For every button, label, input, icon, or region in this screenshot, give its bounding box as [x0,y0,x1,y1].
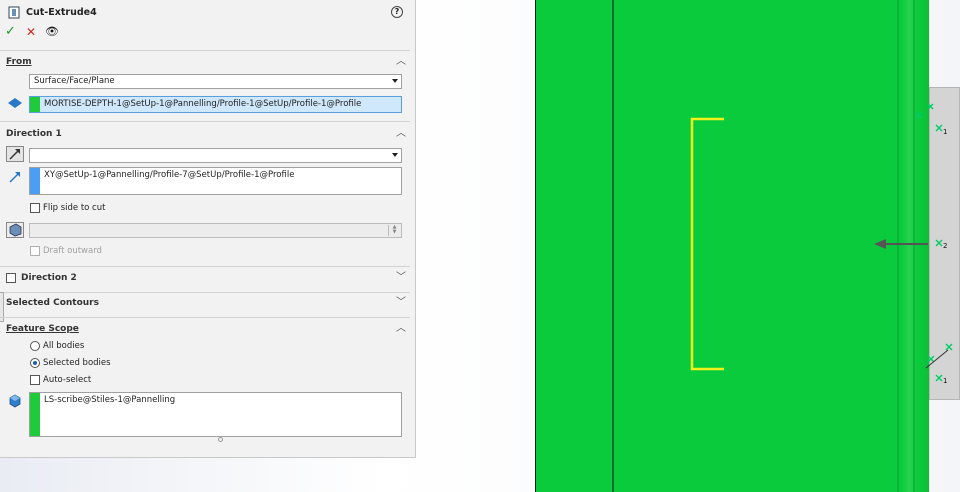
point-label: 2 [943,242,947,250]
feature-title: Cut-Extrude4 [26,7,97,18]
direction2-section-header[interactable]: Direction 2 [21,273,77,283]
direction-entity-field[interactable]: XY@SetUp-1@Pannelling/Profile-7@SetUp/Pr… [29,167,402,195]
property-manager-panel: Cut-Extrude4 ? ✓ ✕ 👁 From ︿ Surface/Face… [0,0,416,458]
face-selection-icon [8,98,22,108]
point-marker-icon[interactable] [945,343,953,351]
detailed-preview-button[interactable]: 👁 [45,25,59,38]
auto-select-label: Auto-select [43,375,92,385]
draft-outward-label: Draft outward [43,246,102,256]
reverse-direction-icon [9,149,20,160]
arrow-head-icon [874,239,886,249]
from-type-value: Surface/Face/Plane [34,76,115,86]
point-marker-icon[interactable] [927,103,934,110]
body-entity-value: LS-scribe@Stiles-1@Pannelling [44,395,176,405]
direction-of-extrusion-icon [9,172,20,183]
direction2-checkbox[interactable] [6,273,16,283]
selection-color-bar [30,393,40,436]
flip-side-checkbox[interactable] [30,203,40,213]
draft-angle-field[interactable]: ▲ ▼ [29,223,402,238]
cancel-button[interactable]: ✕ [26,25,36,39]
selection-color-bar [30,97,40,112]
divider [0,121,410,122]
selected-bodies-label: Selected bodies [43,358,111,368]
selected-contours-section-header[interactable]: Selected Contours [6,298,99,308]
ok-button[interactable]: ✓ [5,24,16,39]
resize-grip-icon[interactable] [218,437,223,442]
from-section-header[interactable]: From [6,57,32,67]
sketch-profile[interactable] [690,117,724,371]
point-label: 1 [943,128,947,136]
auto-select-checkbox[interactable] [30,375,40,385]
from-type-select[interactable]: Surface/Face/Plane [29,74,402,89]
flip-side-label: Flip side to cut [43,203,106,213]
bodies-to-affect-field[interactable]: LS-scribe@Stiles-1@Pannelling [29,392,402,437]
from-entity-value: MORTISE-DEPTH-1@SetUp-1@Pannelling/Profi… [44,99,362,109]
point-marker-icon[interactable] [935,124,943,132]
chevron-up-icon[interactable]: ︿ [396,57,406,67]
divider [0,266,410,267]
chevron-down-icon [392,153,398,157]
point-marker-icon[interactable] [935,239,943,247]
spin-arrows-icon[interactable]: ▲ ▼ [388,225,400,236]
direction-entity-value: XY@SetUp-1@Pannelling/Profile-7@SetUp/Pr… [44,170,295,180]
draft-icon [9,223,22,237]
reverse-direction-button[interactable] [6,146,24,162]
all-bodies-label: All bodies [43,341,85,351]
chevron-up-icon[interactable]: ︿ [396,324,406,334]
direction1-section-header[interactable]: Direction 1 [6,129,62,139]
point-marker-icon[interactable] [915,111,923,119]
selection-color-bar [30,168,40,194]
from-entity-field[interactable]: MORTISE-DEPTH-1@SetUp-1@Pannelling/Profi… [29,96,402,113]
chevron-down-icon [392,79,398,83]
point-label: 1 [943,377,947,385]
selected-bodies-radio[interactable] [30,358,40,368]
model-overlay: 1 2 1 [612,0,953,492]
end-condition-select[interactable] [29,148,402,163]
chevron-up-icon[interactable]: ︿ [396,129,406,139]
divider [0,292,410,293]
solid-bodies-icon [9,394,21,408]
feature-scope-section-header[interactable]: Feature Scope [6,324,79,334]
cut-extrude-feature-icon [8,6,20,19]
model-edge [925,349,949,369]
chevron-down-icon[interactable]: ﹀ [396,298,406,308]
point-marker-icon[interactable] [935,374,943,382]
help-icon[interactable]: ? [391,6,403,18]
draft-outward-checkbox[interactable] [30,246,40,256]
point-marker-icon[interactable] [927,355,935,363]
divider [0,317,410,318]
divider [0,50,410,51]
chevron-down-icon[interactable]: ﹀ [396,273,406,283]
all-bodies-radio[interactable] [30,341,40,351]
draft-toggle-button[interactable] [6,222,24,238]
